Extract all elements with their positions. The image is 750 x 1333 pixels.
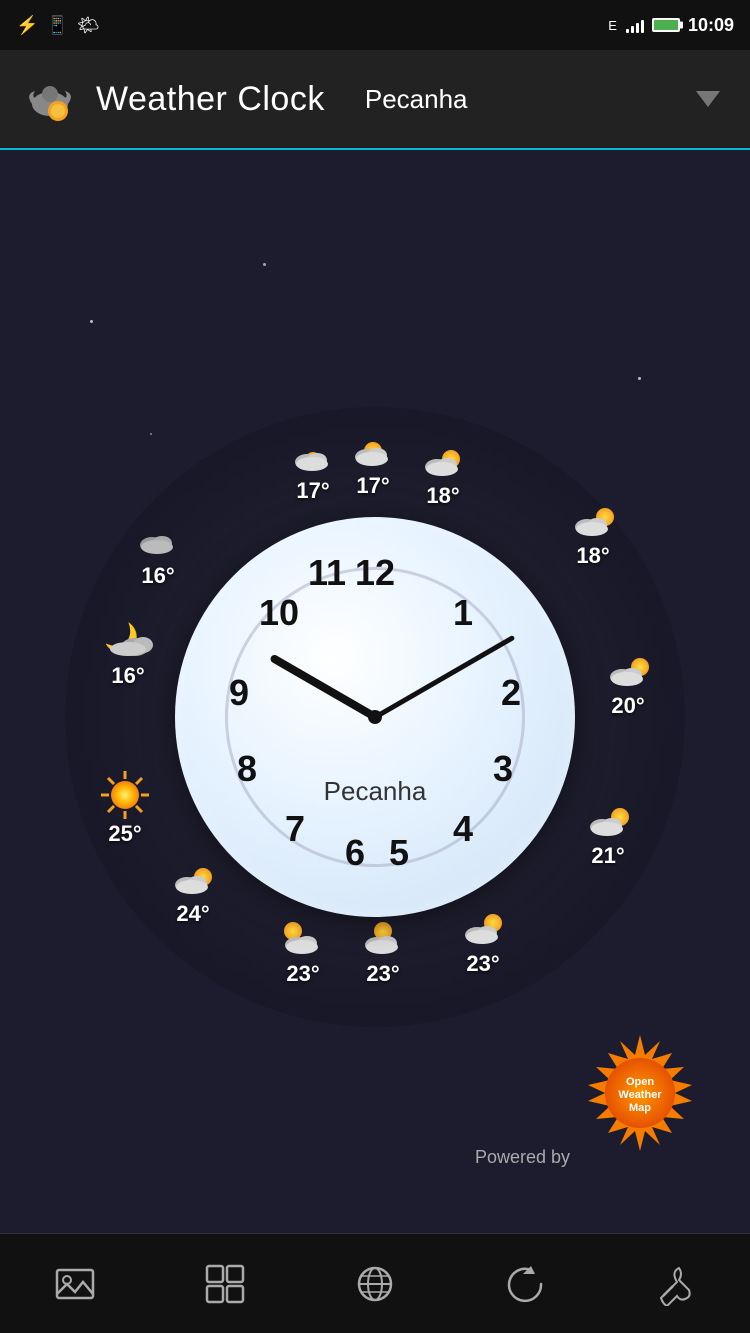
clock-num-1: 1	[453, 592, 473, 634]
weather-temp-right2: 20°	[611, 693, 644, 719]
bottom-toolbar	[0, 1233, 750, 1333]
weather-temp-top3: 18°	[426, 483, 459, 509]
weather-item-bottom-left: 24°	[165, 855, 221, 927]
clock-num-7: 7	[285, 808, 305, 850]
clock-num-2: 2	[501, 672, 521, 714]
weather-item-left-2: 🌙 16°	[100, 617, 156, 689]
clock-time: 10:09	[688, 15, 734, 36]
weather-temp-top1: 17°	[296, 478, 329, 504]
weather-temp-l1: 25°	[108, 821, 141, 847]
status-left-icons: ⚡ 📱 🌤	[16, 15, 100, 36]
weather-status-icon: 🌤	[77, 15, 100, 36]
weather-item-bottom-1: 23°	[455, 905, 511, 977]
weather-item-top-1: 17°	[285, 432, 341, 504]
toolbar-widgets-button[interactable]	[185, 1254, 265, 1314]
usb-icon: ⚡	[16, 15, 38, 36]
toolbar-settings-button[interactable]	[635, 1254, 715, 1314]
weather-temp-l2: 16°	[111, 663, 144, 689]
clock-num-12: 12	[355, 552, 395, 594]
clock-container[interactable]: 17° 17° 18° 18° 20° 21° 23°	[75, 417, 675, 1017]
clock-face[interactable]: 12 1 2 3 4 5 6 7 8 9 10 11 Pecanha	[175, 517, 575, 917]
weather-temp-b1: 23°	[466, 951, 499, 977]
weather-item-left-1: 25°	[95, 767, 155, 847]
weather-temp-top2: 17°	[356, 473, 389, 499]
weather-temp-bl: 24°	[176, 901, 209, 927]
app-location: Pecanha	[365, 84, 468, 115]
signal-bars	[626, 17, 644, 33]
weather-item-bottom-2: 23°	[355, 915, 411, 987]
clock-num-8: 8	[237, 748, 257, 790]
clock-num-6: 6	[345, 832, 365, 874]
weather-item-bottom-3: 23°	[275, 915, 331, 987]
clock-num-4: 4	[453, 808, 473, 850]
battery-icon	[652, 18, 680, 32]
svg-text:Open: Open	[626, 1076, 654, 1088]
sim-icon: 📱	[46, 15, 68, 36]
svg-text:Map: Map	[629, 1102, 651, 1114]
toolbar-globe-button[interactable]	[335, 1254, 415, 1314]
clock-num-3: 3	[493, 748, 513, 790]
clock-num-11: 11	[308, 552, 346, 594]
weather-temp-br: 21°	[591, 843, 624, 869]
weather-item-top-3: 18°	[415, 437, 471, 509]
clock-num-5: 5	[389, 832, 409, 874]
weather-temp-right1: 18°	[576, 543, 609, 569]
status-bar: ⚡ 📱 🌤 E 10:09	[0, 0, 750, 50]
weather-temp-b2: 23°	[366, 961, 399, 987]
network-type: E	[608, 18, 618, 33]
weather-item-right-1: 18°	[565, 497, 621, 569]
clock-center-dot	[368, 710, 382, 724]
weather-item-upper-left: 16°	[130, 517, 186, 589]
owm-button[interactable]: Open Weather Map	[580, 1033, 700, 1153]
toolbar-wallpaper-button[interactable]	[35, 1254, 115, 1314]
clock-num-10: 10	[259, 592, 299, 634]
weather-item-top-2: 17°	[345, 427, 401, 499]
status-right-icons: E 10:09	[608, 15, 734, 36]
weather-item-bottom-right: 21°	[580, 797, 636, 869]
weather-item-right-2: 20°	[600, 647, 656, 719]
toolbar-refresh-button[interactable]	[485, 1254, 565, 1314]
powered-by-label: Powered by	[475, 1147, 570, 1168]
clock-city-label: Pecanha	[324, 776, 427, 807]
app-logo	[20, 69, 80, 129]
dropdown-arrow-icon[interactable]	[696, 91, 720, 107]
app-title: Weather Clock	[96, 80, 325, 119]
clock-num-9: 9	[229, 672, 249, 714]
weather-temp-ul: 16°	[141, 563, 174, 589]
main-content: 17° 17° 18° 18° 20° 21° 23°	[0, 150, 750, 1283]
weather-temp-b3: 23°	[286, 961, 319, 987]
app-bar: Weather Clock Pecanha	[0, 50, 750, 150]
svg-text:Weather: Weather	[618, 1089, 662, 1101]
